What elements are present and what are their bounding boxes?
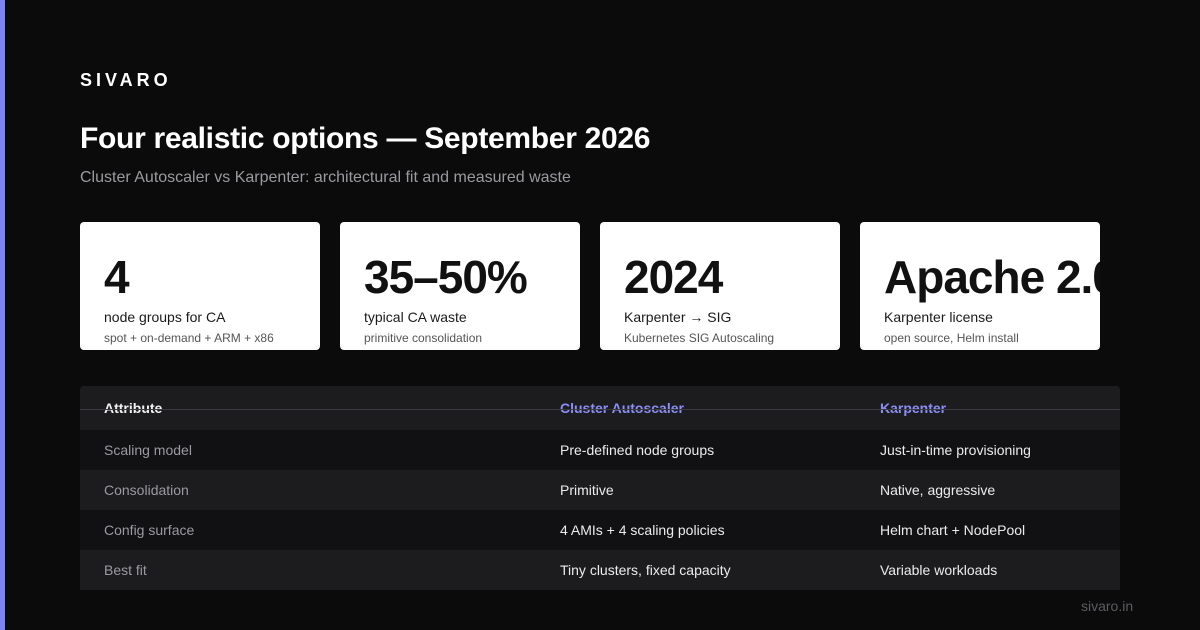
row-ca-value: 4 AMIs + 4 scaling policies: [560, 522, 725, 538]
table-row: Consolidation Primitive Native, aggressi…: [80, 470, 1120, 510]
row-karpenter-value: Just-in-time provisioning: [880, 442, 1031, 458]
row-karpenter-value: Variable workloads: [880, 562, 998, 578]
row-attribute: Consolidation: [104, 482, 189, 498]
footer-url[interactable]: sivaro.in: [1081, 598, 1133, 614]
stat-card-ca-waste: 35–50% typical CA waste primitive consol…: [340, 222, 580, 350]
stat-card-karpenter-sig: 2024 Karpenter → SIG Kubernetes SIG Auto…: [600, 222, 840, 350]
stat-note: spot + on-demand + ARM + x86: [104, 331, 274, 345]
stat-value: Apache 2.0: [884, 251, 1100, 303]
row-attribute: Scaling model: [104, 442, 192, 458]
row-ca-value: Tiny clusters, fixed capacity: [560, 562, 731, 578]
brand-logo: SIVARO: [80, 70, 172, 90]
stat-cards: 4 node groups for CA spot + on-demand + …: [80, 222, 1120, 350]
table-row: Config surface 4 AMIs + 4 scaling polici…: [80, 510, 1120, 550]
stat-note: open source, Helm install: [884, 331, 1019, 345]
header-cluster-autoscaler: Cluster Autoscaler: [560, 400, 684, 416]
row-attribute: Best fit: [104, 562, 147, 578]
row-attribute: Config surface: [104, 522, 195, 538]
table-row: Best fit Tiny clusters, fixed capacity V…: [80, 550, 1120, 590]
stat-value: 4: [104, 251, 130, 303]
stat-label: Karpenter license: [884, 309, 993, 325]
stat-note: Kubernetes SIG Autoscaling: [624, 331, 775, 345]
table-row: Scaling model Pre-defined node groups Ju…: [80, 430, 1120, 470]
stat-card-node-groups: 4 node groups for CA spot + on-demand + …: [80, 222, 320, 350]
stat-card-license: Apache 2.0 Karpenter license open source…: [860, 222, 1100, 350]
accent-bar: [0, 0, 5, 630]
page-subtitle: Cluster Autoscaler vs Karpenter: archite…: [80, 169, 571, 186]
row-karpenter-value: Native, aggressive: [880, 482, 996, 498]
table-header-row: Attribute Cluster Autoscaler Karpenter: [80, 386, 1120, 430]
page-title: Four realistic options — September 2026: [80, 122, 651, 155]
header-karpenter: Karpenter: [880, 400, 947, 416]
row-ca-value: Primitive: [560, 482, 614, 498]
stat-label: Karpenter → SIG: [624, 309, 732, 325]
row-ca-value: Pre-defined node groups: [560, 442, 715, 458]
comparison-table: Attribute Cluster Autoscaler Karpenter S…: [80, 386, 1120, 590]
row-karpenter-value: Helm chart + NodePool: [880, 522, 1026, 538]
stat-label: node groups for CA: [104, 309, 226, 325]
stat-value: 35–50%: [364, 251, 528, 303]
stat-label: typical CA waste: [364, 309, 467, 325]
stat-value: 2024: [624, 251, 723, 303]
header-attribute: Attribute: [104, 400, 163, 416]
stat-note: primitive consolidation: [364, 331, 483, 345]
